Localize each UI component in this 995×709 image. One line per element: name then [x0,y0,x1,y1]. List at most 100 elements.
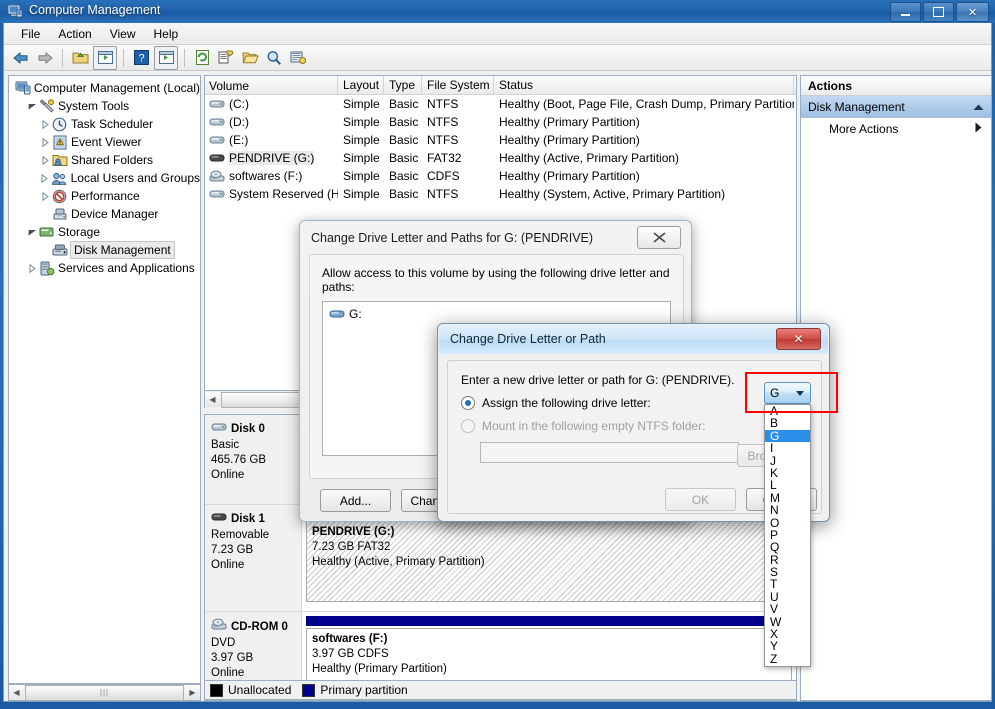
disk-name-label: Disk 1 [231,512,265,527]
rescan-disks-icon[interactable] [287,47,309,69]
add-button[interactable]: Add... [320,489,391,512]
scroll-right-arrow[interactable]: ▶ [185,685,200,700]
column-header-volume[interactable]: Volume [205,76,338,94]
table-row[interactable]: (D:)SimpleBasicNTFSHealthy (Primary Part… [205,113,796,131]
drive-letter-option-V[interactable]: V [765,603,810,615]
tree-horizontal-scrollbar[interactable]: ◀ ||| ▶ [8,684,201,701]
table-row[interactable]: PENDRIVE (G:)SimpleBasicFAT32Healthy (Ac… [205,149,796,167]
dialog-change-title-bar: Change Drive Letter or Path ✕ [439,325,828,354]
help-icon[interactable]: ? [130,47,152,69]
scroll-left-arrow[interactable]: ◀ [9,685,24,700]
menu-view[interactable]: View [101,24,145,44]
table-row[interactable]: System Reserved (H:)SimpleBasicNTFSHealt… [205,185,796,203]
expander-none [39,241,51,259]
partition-title: PENDRIVE (G:) [312,526,394,538]
disk-name-label: CD-ROM 0 [231,620,288,635]
sidebar-item-computer-management-local[interactable]: Computer Management (Local) [11,79,200,97]
sidebar-item-system-tools[interactable]: System Tools [11,97,200,115]
disk-info-panel[interactable]: Disk 0Basic465.76 GBOnline [205,415,302,504]
drive-letter-option-Q[interactable]: Q [765,541,810,553]
sidebar-item-disk-management[interactable]: Disk Management [11,241,200,259]
drive-letter-option-N[interactable]: N [765,504,810,516]
sidebar-item-services-and-applications[interactable]: Services and Applications [11,259,200,277]
expander-collapsed-icon[interactable] [39,133,51,151]
hard-disk-icon [211,421,228,438]
cell-volume: PENDRIVE (G:) [205,151,338,165]
dialog-paths-title: Change Drive Letter and Paths for G: (PE… [311,231,593,245]
drive-letter-option-Z[interactable]: Z [765,653,810,665]
expander-expanded-icon[interactable] [26,97,38,115]
sidebar-item-task-scheduler[interactable]: Task Scheduler [11,115,200,133]
drive-letter-option-T[interactable]: T [765,578,810,590]
table-row[interactable]: softwares (F:)SimpleBasicCDFSHealthy (Pr… [205,167,796,185]
toolbar-separator [123,49,124,67]
scroll-thumb[interactable]: ||| [25,685,184,701]
menu-file[interactable]: File [12,24,49,44]
actions-group-disk-management[interactable]: Disk Management [801,96,991,118]
disk-info-panel[interactable]: Disk 1Removable7.23 GBOnline [205,505,302,611]
dialog-paths-close-button[interactable] [637,226,681,249]
menu-help[interactable]: Help [145,24,188,44]
menu-action[interactable]: Action [49,24,100,44]
sidebar-item-device-manager[interactable]: Device Manager [11,205,200,223]
sidebar-item-label: Computer Management (Local) [34,80,200,96]
drive-path-item[interactable]: G: [329,307,664,321]
show-pane-icon[interactable] [154,46,178,70]
hard-disk-icon [209,188,226,200]
dialog-paths-description: Allow access to this volume by using the… [322,266,671,294]
partition-block[interactable]: PENDRIVE (G:)7.23 GB FAT32Healthy (Activ… [306,521,792,602]
properties-icon[interactable] [215,47,237,69]
back-arrow-icon[interactable] [10,47,32,69]
up-folder-icon[interactable] [69,47,91,69]
column-header-file-system[interactable]: File System [422,76,494,94]
maximize-button[interactable] [923,2,954,22]
sidebar-item-local-users-and-groups[interactable]: Local Users and Groups [11,169,200,187]
console-tree: Computer Management (Local)System ToolsT… [9,76,200,277]
expander-collapsed-icon[interactable] [39,169,51,187]
expander-collapsed-icon[interactable] [39,115,51,133]
sidebar-item-performance[interactable]: Performance [11,187,200,205]
ok-button[interactable]: OK [665,488,736,511]
table-row[interactable]: (C:)SimpleBasicNTFSHealthy (Boot, Page F… [205,95,796,113]
close-button[interactable]: ✕ [956,2,989,22]
minimize-button[interactable] [890,2,921,22]
table-row[interactable]: (E:)SimpleBasicNTFSHealthy (Primary Part… [205,131,796,149]
expander-collapsed-icon[interactable] [39,151,51,169]
chevron-up-icon[interactable] [973,100,984,114]
assign-drive-letter-radio[interactable] [461,396,475,410]
column-header-status[interactable]: Status [494,76,794,94]
sidebar-item-shared-folders[interactable]: Shared Folders [11,151,200,169]
column-header-type[interactable]: Type [384,76,422,94]
drive-letter-option-Y[interactable]: Y [765,640,810,652]
partition-status: Healthy (Primary Partition) [312,662,786,677]
actions-item-more-actions[interactable]: More Actions [801,118,991,140]
drive-letter-option-I[interactable]: I [765,442,810,454]
computer-icon [15,80,31,96]
show-tree-icon[interactable] [93,46,117,70]
event-log-icon [51,134,68,150]
expander-expanded-icon[interactable] [26,223,38,241]
mount-path-input[interactable] [480,442,739,463]
refresh-icon[interactable] [191,47,213,69]
drive-letter-option-B[interactable]: B [765,417,810,429]
sidebar-item-event-viewer[interactable]: Event Viewer [11,133,200,151]
drive-letter-option-L[interactable]: L [765,479,810,491]
sidebar-item-label: Task Scheduler [71,116,153,132]
performance-icon [51,188,68,204]
search-icon[interactable] [263,47,285,69]
drive-letter-option-list[interactable]: ABGIJKLMNOPQRSTUVWXYZ [764,404,811,667]
mount-ntfs-folder-radio-row[interactable]: Mount in the following empty NTFS folder… [461,419,808,433]
expander-collapsed-icon[interactable] [39,187,51,205]
forward-arrow-icon[interactable] [34,47,56,69]
expander-collapsed-icon[interactable] [26,259,38,277]
mount-ntfs-folder-radio[interactable] [461,419,475,433]
sidebar-item-storage[interactable]: Storage [11,223,200,241]
chevron-right-icon[interactable] [975,122,982,136]
cell-fs: NTFS [422,97,494,111]
column-header-layout[interactable]: Layout [338,76,384,94]
open-folder-icon[interactable] [239,47,261,69]
cell-volume-label: (D:) [229,115,249,129]
scroll-left-arrow[interactable]: ◀ [205,392,220,407]
dialog-change-close-button[interactable]: ✕ [776,328,821,350]
cell-type: Basic [384,133,422,147]
